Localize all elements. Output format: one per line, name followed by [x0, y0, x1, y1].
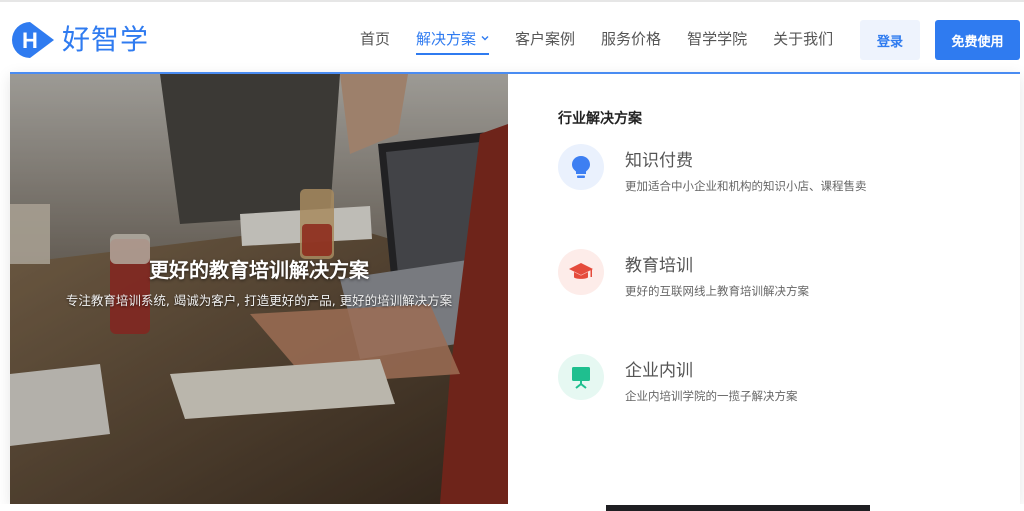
solution-title: 教育培训 [625, 256, 693, 276]
nav-academy[interactable]: 智学学院 [687, 25, 747, 51]
nav-cases[interactable]: 客户案例 [515, 25, 575, 51]
nav-cases-label: 客户案例 [515, 29, 576, 48]
lightbulb-icon [558, 144, 604, 190]
solution-desc: 企业内培训学院的一揽子解决方案 [625, 389, 798, 403]
industry-solutions-list: 行业解决方案 知识付费 更加适合中小企业和机构的知识小店、课程售卖 教育培训 更 [558, 108, 998, 459]
nav-pricing[interactable]: 服务价格 [601, 25, 661, 51]
solution-desc: 更好的互联网线上教育培训解决方案 [625, 284, 809, 298]
top-header: H 好智学 首页 解决方案 客户案例 服务价格 智学学院 关于我们 登录 免费使… [0, 0, 1024, 72]
solution-item-education-training[interactable]: 教育培训 更好的互联网线上教育培训解决方案 [558, 249, 998, 354]
nav-about-label: 关于我们 [773, 29, 834, 48]
solutions-dropdown-panel: 更好的教育培训解决方案 专注教育培训系统, 竭诚为客户, 打造更好的产品, 更好… [10, 72, 1020, 504]
graduation-cap-icon [558, 249, 604, 295]
nav-solutions-label: 解决方案 [416, 29, 477, 48]
logo-mark-icon: H [12, 22, 54, 58]
main-nav: 首页 解决方案 客户案例 服务价格 智学学院 关于我们 [360, 2, 859, 74]
solution-item-corporate-training[interactable]: 企业内训 企业内培训学院的一揽子解决方案 [558, 354, 998, 459]
banner-subtitle: 专注教育培训系统, 竭诚为客户, 打造更好的产品, 更好的培训解决方案 [65, 293, 453, 308]
chevron-down-icon [481, 36, 489, 41]
solution-desc: 更加适合中小企业和机构的知识小店、课程售卖 [625, 179, 867, 193]
presentation-board-icon [558, 354, 604, 400]
solution-title: 企业内训 [625, 361, 693, 381]
page-content-below [0, 504, 1024, 511]
nav-home[interactable]: 首页 [360, 25, 390, 51]
nav-home-label: 首页 [360, 29, 391, 48]
solution-item-knowledge-paid[interactable]: 知识付费 更加适合中小企业和机构的知识小店、课程售卖 [558, 144, 998, 249]
nav-solutions[interactable]: 解决方案 [416, 25, 490, 55]
solutions-heading: 行业解决方案 [558, 111, 642, 127]
solutions-banner[interactable]: 更好的教育培训解决方案 专注教育培训系统, 竭诚为客户, 打造更好的产品, 更好… [10, 74, 508, 504]
logo-letter: H [22, 28, 38, 53]
brand-logo[interactable]: H 好智学 [10, 20, 149, 60]
banner-photo-image [10, 74, 508, 504]
nav-pricing-label: 服务价格 [601, 29, 662, 48]
page-content-below-image [606, 505, 870, 511]
free-trial-button[interactable]: 免费使用 [935, 20, 1020, 60]
banner-title: 更好的教育培训解决方案 [149, 258, 369, 282]
nav-about[interactable]: 关于我们 [773, 25, 833, 51]
brand-name: 好智学 [62, 23, 150, 56]
login-button[interactable]: 登录 [860, 20, 920, 60]
nav-academy-label: 智学学院 [687, 29, 748, 48]
solution-title: 知识付费 [625, 151, 693, 171]
